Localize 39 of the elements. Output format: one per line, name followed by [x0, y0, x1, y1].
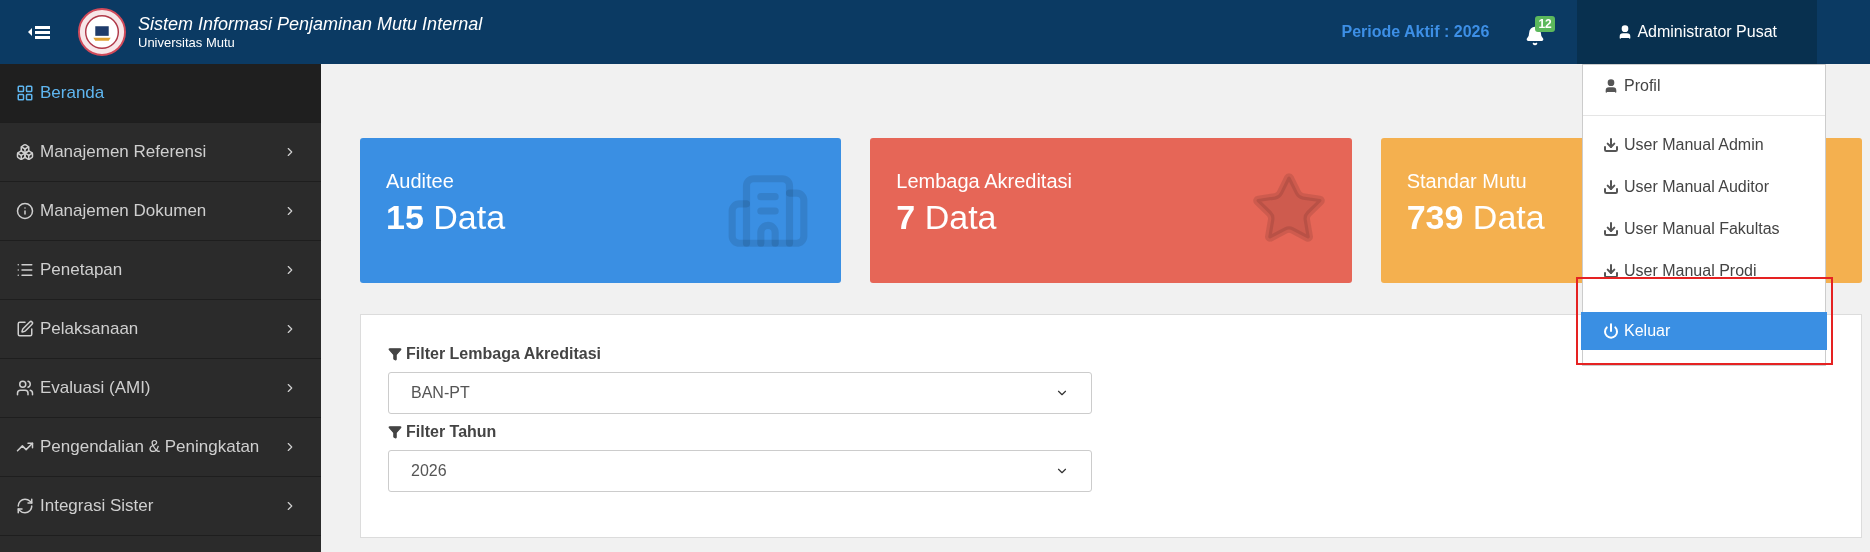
university-name: Universitas Mutu — [138, 35, 236, 52]
card-count: 15 Data — [386, 197, 506, 238]
bell-icon — [1525, 26, 1546, 46]
active-period: Periode Aktif : 2026 — [1341, 22, 1490, 42]
app-title: Sistem Informasi Penjaminan Mutu Internal — [138, 12, 483, 36]
menu-item-icon — [16, 379, 34, 397]
dropdown-item[interactable]: Profil — [1583, 65, 1825, 107]
menu-item-icon — [16, 84, 34, 102]
menu-item-icon — [16, 261, 34, 279]
card-title: Auditee — [386, 169, 454, 194]
download-icon — [1603, 221, 1619, 237]
card-title: Lembaga Akreditasi — [896, 169, 1072, 194]
user-menu-button[interactable]: Administrator Pusat — [1577, 0, 1817, 64]
dropdown-item[interactable]: User Manual Prodi — [1583, 250, 1825, 292]
menu-item-icon — [16, 202, 34, 220]
user-icon — [1603, 78, 1619, 94]
notification-count-badge: 12 — [1535, 16, 1555, 32]
filter-select[interactable]: BAN-PT — [388, 372, 1092, 414]
filter-icon — [388, 425, 402, 439]
menu-icon — [28, 24, 52, 40]
dropdown-item[interactable]: User Manual Fakultas — [1583, 208, 1825, 250]
dropdown-item[interactable]: User Manual Admin — [1583, 124, 1825, 166]
dropdown-item[interactable]: User Manual Auditor — [1583, 166, 1825, 208]
filter-select[interactable]: 2026 — [388, 450, 1092, 492]
menu-item-icon — [16, 320, 34, 338]
filter-icon — [388, 347, 402, 361]
menu-item-icon — [16, 143, 34, 161]
card-count: 7 Data — [896, 197, 997, 238]
menu-item-icon — [16, 497, 34, 515]
sidebar-item[interactable]: Beranda — [0, 64, 321, 123]
download-icon — [1603, 179, 1619, 195]
filter-label: Filter Lembaga Akreditasi — [406, 344, 602, 364]
download-icon — [1603, 263, 1619, 279]
download-icon — [1603, 137, 1619, 153]
university-logo-icon — [78, 8, 126, 56]
filter-label: Filter Tahun — [406, 422, 497, 442]
card-title: Standar Mutu — [1406, 169, 1527, 194]
card-count: 739 Data — [1406, 197, 1545, 238]
power-icon — [1603, 323, 1619, 339]
